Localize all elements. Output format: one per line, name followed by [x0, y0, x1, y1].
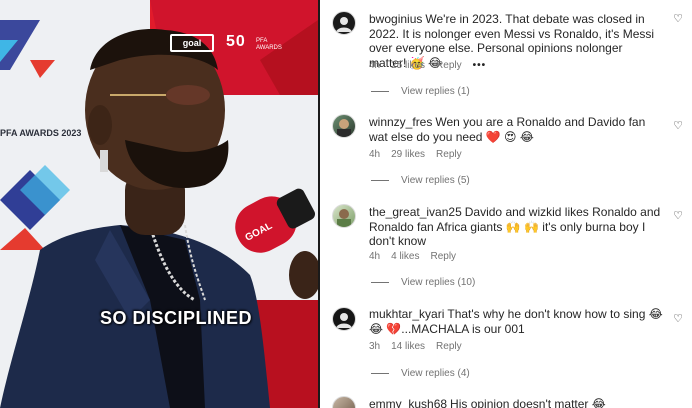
- comment-time: 3h: [369, 341, 381, 352]
- comments-panel[interactable]: bwoginius We're in 2023. That debate was …: [320, 0, 692, 408]
- comment-time: 4h: [369, 251, 381, 262]
- comment-likes[interactable]: 14 likes: [391, 341, 425, 352]
- like-heart-icon[interactable]: ♡: [672, 120, 684, 132]
- video-frame[interactable]: goal 50 PFA AWARDS PFA AWARDS 2023 GOAL …: [0, 0, 318, 408]
- more-options-button[interactable]: •••: [473, 60, 487, 71]
- reply-button[interactable]: Reply: [436, 60, 462, 71]
- view-replies-label: View replies (4): [401, 368, 470, 379]
- replies-line: [371, 179, 389, 181]
- comment-username[interactable]: the_great_ivan25: [369, 205, 462, 219]
- view-replies-button[interactable]: View replies (1): [371, 86, 470, 97]
- user-avatar[interactable]: [332, 114, 356, 138]
- pfa-awards-backdrop-mark: PFA AWARDS 2023: [0, 128, 82, 138]
- comment-likes[interactable]: 25 likes: [391, 60, 425, 71]
- view-replies-label: View replies (1): [401, 86, 470, 97]
- video-caption: SO DISCIPLINED: [100, 308, 253, 328]
- comment-time: 4h: [369, 149, 381, 160]
- photo-avatar-icon: [337, 119, 351, 137]
- comment-meta: 3h 14 likes Reply: [369, 341, 473, 352]
- reply-button[interactable]: Reply: [436, 341, 462, 352]
- comment-username[interactable]: emmy_kush68: [369, 397, 447, 408]
- photo-avatar-icon: [337, 209, 351, 227]
- view-replies-label: View replies (10): [401, 277, 476, 288]
- comment-body: mukhtar_kyari That's why he don't know ho…: [369, 307, 663, 336]
- profile-icon: [336, 17, 352, 32]
- comment-username[interactable]: winnzy_fres: [369, 115, 432, 129]
- view-replies-button[interactable]: View replies (4): [371, 368, 470, 379]
- comment-likes[interactable]: 4 likes: [391, 251, 419, 262]
- user-avatar[interactable]: [332, 204, 356, 228]
- comment-meta: 4h 4 likes Reply: [369, 251, 467, 262]
- user-avatar[interactable]: [332, 307, 356, 331]
- comment-body: the_great_ivan25 Davido and wizkid likes …: [369, 205, 663, 249]
- like-heart-icon[interactable]: ♡: [672, 13, 684, 25]
- comment-time: 4h: [369, 60, 381, 71]
- replies-line: [371, 90, 389, 92]
- like-heart-icon[interactable]: ♡: [672, 210, 684, 222]
- anniversary-logo: 50: [226, 33, 246, 50]
- view-replies-button[interactable]: View replies (5): [371, 175, 470, 186]
- user-avatar[interactable]: [332, 11, 356, 35]
- replies-line: [371, 372, 389, 374]
- comment-likes[interactable]: 29 likes: [391, 149, 425, 160]
- comment-body: emmy_kush68 His opinion doesn't matter 😂: [369, 397, 663, 408]
- comment-username[interactable]: mukhtar_kyari: [369, 307, 444, 321]
- profile-icon: [336, 313, 352, 328]
- comment-meta: 4h 29 likes Reply: [369, 149, 473, 160]
- comment-text: His opinion doesn't matter 😂: [450, 397, 606, 408]
- view-replies-button[interactable]: View replies (10): [371, 277, 475, 288]
- comment-username[interactable]: bwoginius: [369, 12, 422, 26]
- comment-body: winnzy_fres Wen you are a Ronaldo and Dav…: [369, 115, 663, 144]
- reply-button[interactable]: Reply: [436, 149, 462, 160]
- replies-line: [371, 281, 389, 283]
- view-replies-label: View replies (5): [401, 175, 470, 186]
- anniversary-logo-subtitle: PFA AWARDS: [256, 38, 282, 51]
- sponsor-logo: goal: [170, 34, 214, 52]
- user-avatar[interactable]: [332, 396, 356, 408]
- sponsor-banner: goal 50 PFA AWARDS: [0, 0, 318, 95]
- comment-meta: 4h 25 likes Reply •••: [369, 60, 497, 71]
- reply-button[interactable]: Reply: [430, 251, 456, 262]
- like-heart-icon[interactable]: ♡: [672, 313, 684, 325]
